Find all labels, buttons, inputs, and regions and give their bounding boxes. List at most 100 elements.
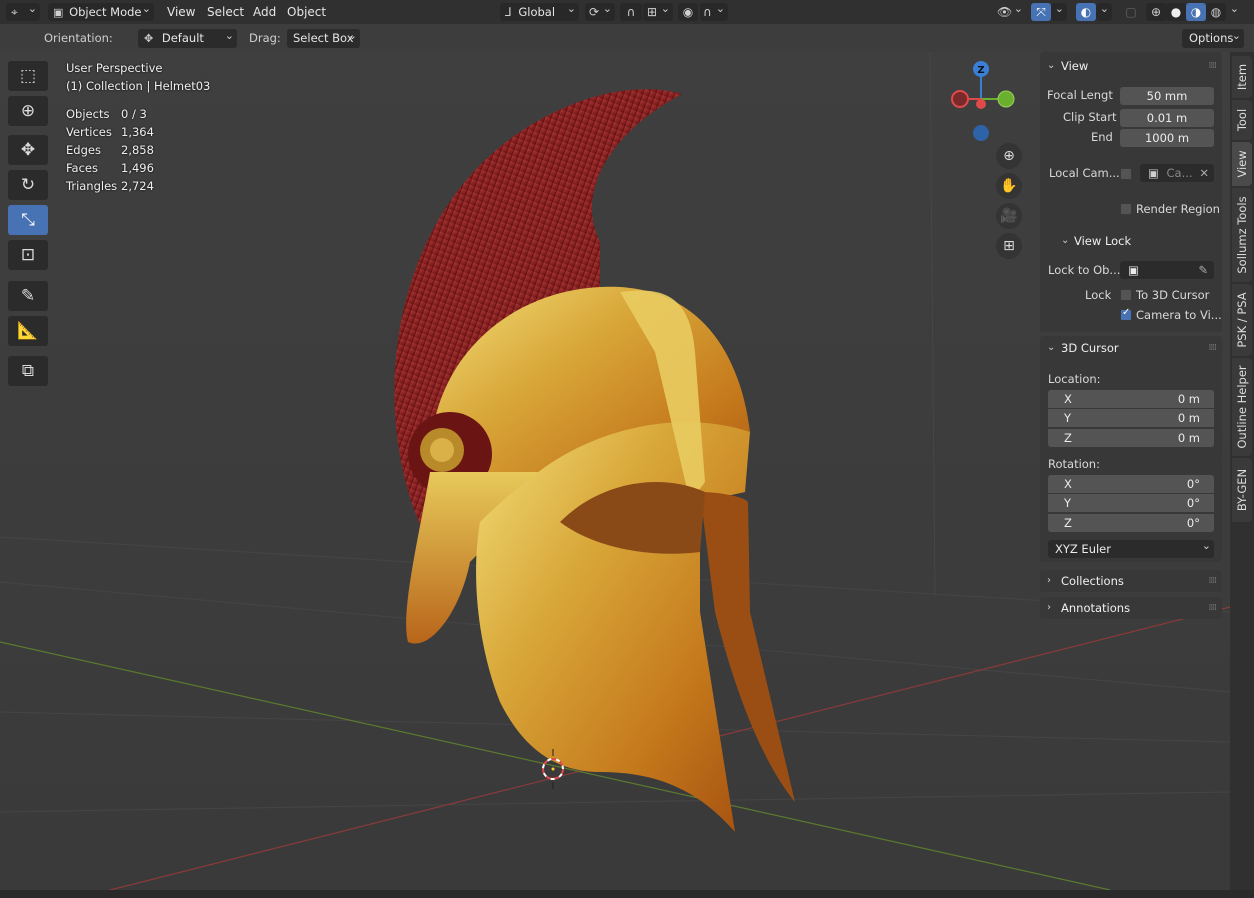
gizmo-dropdown[interactable] — [1051, 0, 1067, 21]
cursor-tool[interactable]: ⊕ — [8, 96, 48, 126]
navigation-gizmo[interactable]: Z — [945, 57, 1025, 143]
xray-icon: ▢ — [1125, 5, 1137, 19]
move-tool[interactable]: ✥ — [8, 135, 48, 165]
tab-tool[interactable]: Tool — [1232, 100, 1252, 140]
snap-target-dropdown[interactable]: ⊞ — [643, 0, 673, 21]
shading-material[interactable]: ◑ — [1186, 3, 1206, 21]
gizmo-icon: ⤧ — [1036, 5, 1046, 19]
mode-dropdown[interactable]: ▣ Object Mode — [48, 0, 154, 21]
zoom-button[interactable]: ⊕ — [996, 143, 1022, 169]
drag-grip-icon[interactable]: ⁞⁞⁞⁞ — [1209, 54, 1218, 78]
falloff-dropdown[interactable]: ∩ — [700, 0, 728, 21]
overlays-toggle[interactable]: ◐ — [1076, 3, 1096, 21]
add-cube-tool[interactable]: ⧉ — [8, 356, 48, 386]
clip-end-label: End — [1091, 130, 1113, 144]
options-dropdown[interactable]: Options — [1182, 26, 1244, 48]
location-label: Location: — [1048, 372, 1101, 386]
annotations-panel: › Annotations ⁞⁞⁞⁞ — [1040, 597, 1222, 619]
snap-grid-icon: ⊞ — [647, 5, 658, 19]
rotation-x-field[interactable]: X 0° — [1048, 475, 1214, 493]
gizmo-toggle[interactable]: ⤧ — [1031, 3, 1051, 21]
clip-start-field[interactable]: 0.01 m — [1120, 109, 1214, 127]
view-lock-header[interactable]: ⌄ View Lock — [1040, 229, 1222, 253]
local-camera-checkbox[interactable] — [1120, 168, 1132, 180]
measure-tool[interactable]: 📐 — [8, 316, 48, 346]
rendered-sphere-icon: ◍ — [1210, 5, 1222, 19]
drag-grip-icon[interactable]: ⁞⁞⁞⁞ — [1209, 596, 1218, 620]
mode-label: Object Mode — [69, 5, 142, 19]
add-cube-icon: ⧉ — [21, 361, 35, 381]
tab-by-gen[interactable]: BY-GEN — [1232, 458, 1252, 522]
falloff-curve-icon: ∩ — [703, 5, 712, 19]
transform-orientation-dropdown[interactable]: ⅃ Global — [500, 0, 579, 21]
menu-view[interactable]: View — [167, 3, 195, 21]
perspective-label: User Perspective — [66, 61, 163, 75]
tab-view[interactable]: View — [1232, 142, 1252, 186]
3d-cursor-header[interactable]: ⌄ 3D Cursor ⁞⁞⁞⁞ — [1040, 336, 1222, 360]
ortho-toggle-button[interactable]: ⊞ — [996, 233, 1022, 259]
chevron-down-icon: ⌄ — [1047, 60, 1056, 71]
annotate-tool[interactable]: ✎ — [8, 281, 48, 311]
location-x-field[interactable]: X0 m — [1048, 390, 1214, 408]
snap-toggle[interactable]: ∩ — [620, 3, 642, 21]
editor-type-button[interactable]: ⌖ — [6, 0, 40, 21]
to-3d-cursor-checkbox[interactable] — [1120, 289, 1132, 301]
drag-grip-icon[interactable]: ⁞⁞⁞⁞ — [1209, 336, 1218, 360]
stat-row: Objects 0 / 3 — [66, 107, 147, 121]
select-box-tool[interactable]: ⬚ — [8, 61, 48, 91]
tab-item[interactable]: Item — [1232, 56, 1252, 98]
rotate-icon: ↻ — [20, 175, 36, 195]
sidebar-panel: ⌄ View ⁞⁞⁞⁞ Focal Lengt 50 mm Clip Start… — [1040, 52, 1222, 624]
tab-psk-psa[interactable]: PSK / PSA — [1232, 284, 1252, 356]
stat-row: Vertices 1,364 — [66, 125, 154, 139]
drag-grip-icon[interactable]: ⁞⁞⁞⁞ — [1209, 569, 1218, 593]
scale-tool[interactable]: ⤡ — [8, 205, 48, 235]
clip-end-field[interactable]: 1000 m — [1120, 129, 1214, 147]
menu-object[interactable]: Object — [287, 3, 326, 21]
render-region-checkbox[interactable] — [1120, 203, 1132, 215]
overlays-dropdown[interactable] — [1096, 0, 1112, 21]
rotate-tool[interactable]: ↻ — [8, 170, 48, 200]
orientation-value: Default — [161, 31, 204, 45]
rotation-mode-dropdown[interactable]: XYZ Euler — [1048, 537, 1214, 558]
proportional-edit-toggle[interactable]: ◉ — [678, 3, 698, 21]
shading-solid[interactable]: ● — [1166, 3, 1186, 21]
material-sphere-icon: ◑ — [1190, 5, 1202, 19]
menu-add[interactable]: Add — [253, 3, 276, 21]
transform-orientation-label: Global — [518, 5, 556, 19]
drag-dropdown[interactable]: Select Box — [287, 26, 360, 48]
eyedropper-icon[interactable]: ✎ — [1198, 261, 1208, 279]
rotation-z-field[interactable]: Z 0° — [1048, 514, 1214, 532]
tab-outline-helper[interactable]: Outline Helper — [1232, 358, 1252, 456]
location-y-field[interactable]: Y0 m — [1048, 409, 1214, 427]
shading-rendered[interactable]: ◍ — [1206, 3, 1226, 21]
location-z-field[interactable]: Z0 m — [1048, 429, 1214, 447]
visibility-dropdown[interactable]: 👁 — [994, 0, 1026, 21]
local-camera-field[interactable]: ▣ Ca... ✕ — [1140, 164, 1214, 182]
focal-length-field[interactable]: 50 mm — [1120, 87, 1214, 105]
menu-select[interactable]: Select — [207, 3, 244, 21]
shading-wireframe[interactable]: ⊕ — [1146, 3, 1166, 21]
camera-to-view-checkbox[interactable] — [1120, 307, 1132, 321]
3d-cursor-panel: ⌄ 3D Cursor ⁞⁞⁞⁞ Location: X0 m Y0 m Z0 … — [1040, 336, 1222, 562]
collection-label: (1) Collection | Helmet03 — [66, 79, 211, 93]
clear-x-icon[interactable]: ✕ — [1199, 164, 1209, 182]
rotation-y-field[interactable]: Y 0° — [1048, 494, 1214, 512]
pan-button[interactable]: ✋ — [996, 173, 1022, 199]
eye-icon: 👁 — [997, 5, 1013, 19]
annotations-header[interactable]: › Annotations ⁞⁞⁞⁞ — [1040, 596, 1222, 620]
view-panel-header[interactable]: ⌄ View ⁞⁞⁞⁞ — [1040, 54, 1222, 78]
chevron-down-icon: ⌄ — [1061, 235, 1070, 246]
shading-dropdown[interactable] — [1226, 0, 1242, 21]
tab-sollumz-tools[interactable]: Sollumz Tools — [1232, 188, 1252, 282]
pivot-point-dropdown[interactable]: ⟳ — [585, 0, 615, 21]
lock-to-object-field[interactable]: ▣ ✎ — [1120, 261, 1214, 279]
tool-settings-bar: Orientation: ✥ Default Drag: Select Box … — [0, 24, 1254, 52]
render-region-label: Render Region — [1136, 202, 1220, 216]
xray-toggle[interactable]: ▢ — [1121, 3, 1141, 21]
collections-header[interactable]: › Collections ⁞⁞⁞⁞ — [1040, 569, 1222, 593]
transform-tool[interactable]: ⊡ — [8, 240, 48, 270]
camera-view-button[interactable]: 🎥 — [996, 203, 1022, 229]
chevron-right-icon: › — [1047, 602, 1051, 613]
orientation-dropdown[interactable]: ✥ Default — [138, 26, 237, 48]
